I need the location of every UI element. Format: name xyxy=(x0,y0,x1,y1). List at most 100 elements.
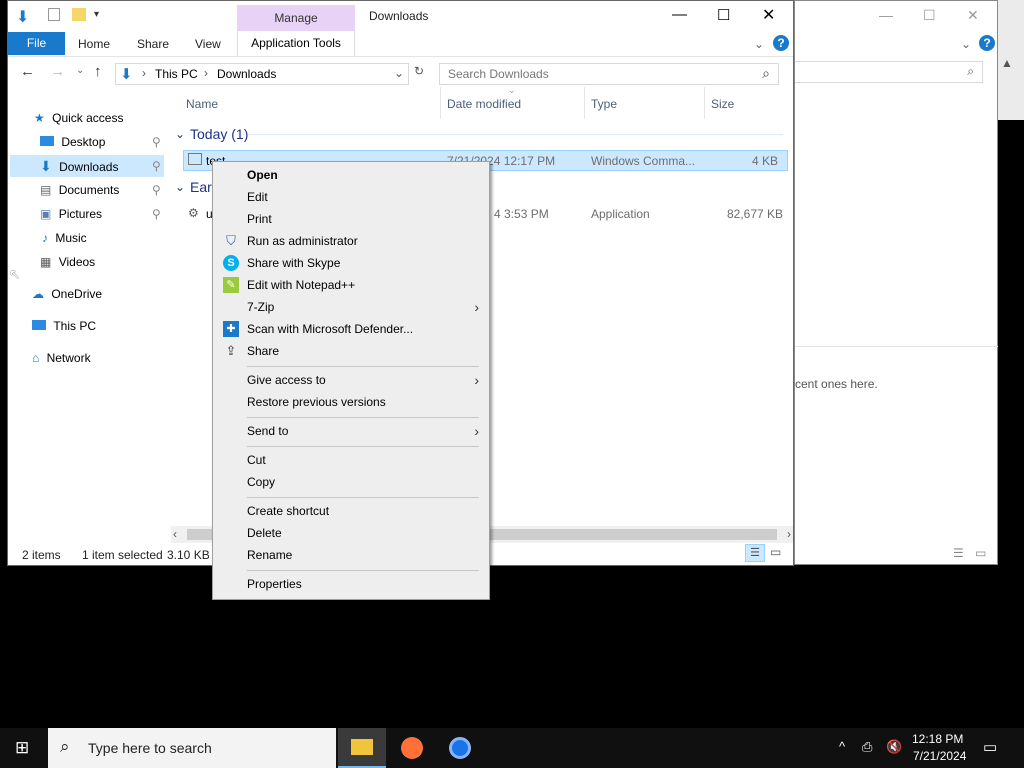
batch-file-icon xyxy=(188,153,202,165)
taskbar-firefox[interactable] xyxy=(388,728,436,768)
notifications-icon[interactable]: ▭ xyxy=(983,738,997,756)
customize-dropdown-icon[interactable]: ▾ xyxy=(94,9,99,20)
breadcrumb-separator-icon[interactable]: › xyxy=(142,66,146,80)
taskbar-chrome[interactable] xyxy=(437,728,485,768)
nav-pictures[interactable]: ▣ Pictures ⚲ xyxy=(40,203,164,225)
nav-desktop[interactable]: Desktop ⚲ xyxy=(40,131,164,153)
menu-item-print[interactable]: Print xyxy=(213,208,489,230)
group-header-today[interactable]: Today (1) xyxy=(190,126,248,142)
ribbon-collapse-icon[interactable]: ⌄ xyxy=(754,37,764,51)
details-view-icon[interactable]: ☰ xyxy=(745,544,765,562)
column-header-date-modified[interactable]: Date modified xyxy=(447,97,521,111)
nav-network[interactable]: ⌂ Network xyxy=(32,347,91,369)
menu-item-edit[interactable]: Edit xyxy=(213,186,489,208)
up-icon[interactable]: ↑ xyxy=(94,63,102,80)
menu-item-give-access-to[interactable]: Give access to › xyxy=(213,369,489,391)
nav-downloads[interactable]: ⬇ Downloads ⚲ xyxy=(10,155,164,177)
new-folder-icon[interactable] xyxy=(72,8,86,21)
menu-item-open[interactable]: Open xyxy=(213,164,489,186)
bg-search-box[interactable]: ⌕ xyxy=(795,61,983,83)
manage-contextual-group: Manage xyxy=(237,5,355,31)
nav-quick-access[interactable]: ★ Quick access xyxy=(34,107,123,129)
bg-minimize-icon[interactable]: — xyxy=(879,7,893,23)
volume-muted-icon[interactable]: 🔇 xyxy=(886,739,902,755)
menu-item-restore-previous-versions[interactable]: Restore previous versions xyxy=(213,391,489,413)
bg-large-icons-view-icon[interactable]: ▭ xyxy=(975,546,986,560)
group-collapse-icon[interactable]: ⌄ xyxy=(175,127,185,141)
group-collapse-icon[interactable]: ⌄ xyxy=(175,180,185,194)
search-icon[interactable]: ⌕ xyxy=(762,65,770,82)
address-dropdown-icon[interactable]: ⌄ xyxy=(394,66,404,80)
network-tray-icon[interactable]: ⎙ xyxy=(862,739,872,755)
bg-scroll-up-icon[interactable]: ▲ xyxy=(1001,56,1013,70)
column-header-type[interactable]: Type xyxy=(591,97,617,111)
tab-file[interactable]: File xyxy=(8,32,65,55)
minimize-icon[interactable]: — xyxy=(672,6,687,23)
bg-scrollbar[interactable]: ▲ xyxy=(998,0,1024,120)
clock-date[interactable]: 7/21/2024 xyxy=(913,749,966,763)
menu-item-share-with-skype[interactable]: S Share with Skype xyxy=(213,252,489,274)
search-input[interactable]: Search Downloads ⌕ xyxy=(439,63,779,85)
nav-videos[interactable]: ▦ Videos xyxy=(40,251,95,273)
menu-item-scan-with-defender[interactable]: ✚ Scan with Microsoft Defender... xyxy=(213,318,489,340)
taskbar-file-explorer[interactable] xyxy=(338,728,386,768)
recent-locations-icon[interactable]: ⌄ xyxy=(76,65,84,76)
menu-item-create-shortcut[interactable]: Create shortcut xyxy=(213,500,489,522)
show-hidden-icons-icon[interactable]: ^ xyxy=(839,739,845,754)
menu-item-delete[interactable]: Delete xyxy=(213,522,489,544)
menu-item-properties[interactable]: Properties xyxy=(213,573,489,595)
refresh-icon[interactable]: ↻ xyxy=(414,64,424,78)
down-arrow-icon[interactable]: ⬇ xyxy=(16,7,29,27)
taskbar-search-placeholder: Type here to search xyxy=(88,740,212,756)
menu-item-label: Properties xyxy=(247,577,302,591)
nav-music[interactable]: ♪ Music xyxy=(42,227,87,249)
nav-this-pc[interactable]: This PC xyxy=(32,315,96,337)
menu-item-7zip[interactable]: 7-Zip › xyxy=(213,296,489,318)
column-divider[interactable] xyxy=(704,87,705,119)
column-divider[interactable] xyxy=(440,87,441,119)
column-divider[interactable] xyxy=(584,87,585,119)
close-icon[interactable]: ✕ xyxy=(762,5,775,25)
breadcrumb-this-pc[interactable]: This PC xyxy=(155,67,198,81)
menu-item-share[interactable]: ⇪ Share xyxy=(213,340,489,362)
pin-icon[interactable]: ⚲ xyxy=(152,155,161,177)
pin-icon[interactable]: ⚲ xyxy=(152,131,161,153)
group-divider xyxy=(248,134,783,135)
bg-maximize-icon[interactable]: ☐ xyxy=(923,7,936,24)
bg-details-view-icon[interactable]: ☰ xyxy=(953,546,964,560)
menu-item-cut[interactable]: Cut xyxy=(213,449,489,471)
tab-home[interactable]: Home xyxy=(78,37,110,55)
large-icons-view-icon[interactable]: ▭ xyxy=(770,545,781,559)
menu-item-copy[interactable]: Copy xyxy=(213,471,489,493)
address-bar[interactable]: ⬇ › This PC › Downloads ⌄ xyxy=(115,63,409,85)
column-header-size[interactable]: Size xyxy=(711,97,734,111)
menu-item-label: Run as administrator xyxy=(247,234,358,248)
scroll-right-icon[interactable]: › xyxy=(787,527,791,541)
nav-onedrive[interactable]: ☁ OneDrive xyxy=(32,283,102,305)
maximize-icon[interactable]: ☐ xyxy=(717,6,730,24)
tab-share[interactable]: Share xyxy=(137,37,169,55)
nav-documents[interactable]: ▤ Documents ⚲ xyxy=(40,179,164,201)
menu-item-send-to[interactable]: Send to › xyxy=(213,420,489,442)
taskbar-search-box[interactable]: ⌕ Type here to search xyxy=(48,728,336,768)
properties-icon[interactable] xyxy=(48,8,60,21)
windows-start-icon[interactable]: ⊞ xyxy=(15,738,29,758)
menu-item-rename[interactable]: Rename xyxy=(213,544,489,566)
tab-view[interactable]: View xyxy=(195,37,221,55)
breadcrumb-downloads[interactable]: Downloads xyxy=(217,67,276,81)
back-icon[interactable]: ← xyxy=(20,63,35,80)
forward-icon[interactable]: → xyxy=(50,63,65,80)
clock-time[interactable]: 12:18 PM xyxy=(912,732,963,746)
pin-icon[interactable]: ⚲ xyxy=(152,203,161,225)
bg-ribbon-collapse-icon[interactable]: ⌄ xyxy=(961,37,971,51)
tab-application-tools[interactable]: Application Tools xyxy=(237,31,355,56)
menu-item-run-as-administrator[interactable]: ⛉ Run as administrator xyxy=(213,230,489,252)
column-header-name[interactable]: Name xyxy=(186,97,218,111)
bg-help-icon[interactable]: ? xyxy=(979,35,995,51)
scroll-left-icon[interactable]: ‹ xyxy=(173,527,177,541)
menu-item-edit-with-notepadpp[interactable]: ✎ Edit with Notepad++ xyxy=(213,274,489,296)
bg-close-icon[interactable]: ✕ xyxy=(967,7,979,24)
pin-icon[interactable]: ⚲ xyxy=(152,179,161,201)
breadcrumb-separator-icon[interactable]: › xyxy=(204,66,208,80)
help-icon[interactable]: ? xyxy=(773,35,789,51)
